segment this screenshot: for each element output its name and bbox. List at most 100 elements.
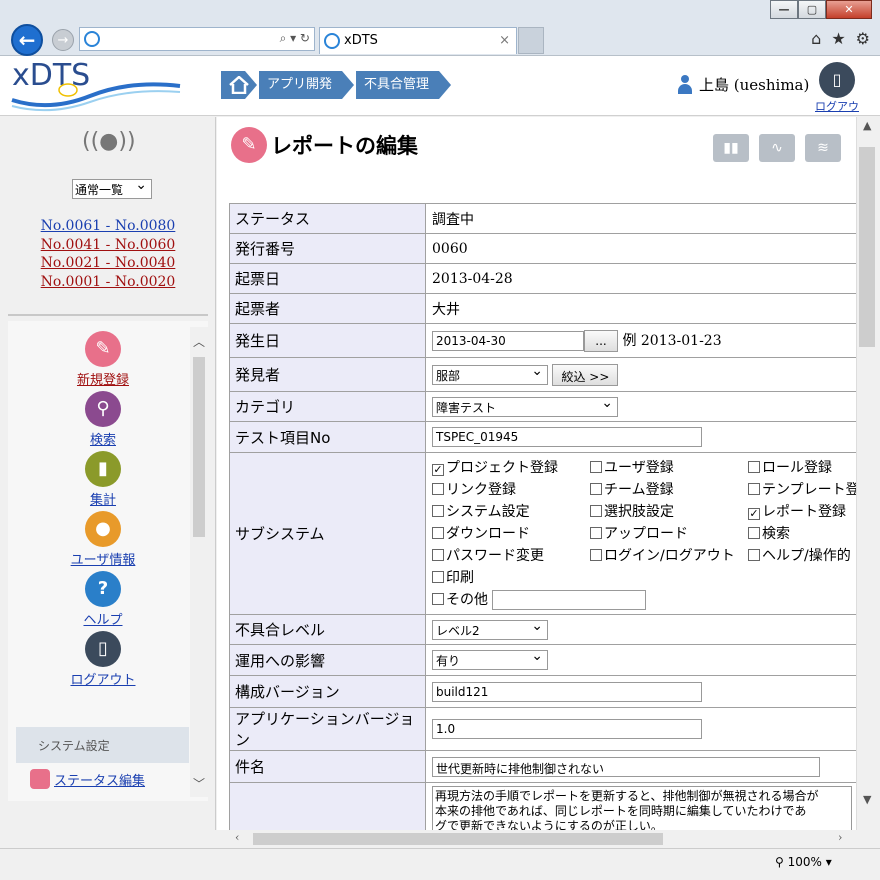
subsystem-option[interactable]: ログイン/ログアウト: [590, 545, 748, 565]
detail-textarea[interactable]: 再現方法の手順でレポートを更新すると、排他制御が無視される場合が 本来の排他であ…: [432, 786, 852, 830]
checkbox[interactable]: [748, 549, 760, 561]
checkbox[interactable]: ✓: [748, 508, 760, 520]
tab-close-button[interactable]: ×: [499, 33, 510, 48]
nav-stats[interactable]: ▮ 集計: [8, 451, 198, 508]
filter-button[interactable]: 絞込 >>: [552, 363, 619, 386]
nav-label[interactable]: 集計: [8, 489, 198, 508]
back-button[interactable]: ←: [11, 24, 43, 56]
subsystem-option[interactable]: アップロード: [590, 523, 748, 543]
checkbox[interactable]: [432, 571, 444, 583]
range-link[interactable]: No.0061 - No.0080: [0, 217, 216, 236]
nav-label[interactable]: ユーザ情報: [8, 549, 198, 568]
subsystem-option[interactable]: チーム登録: [590, 479, 748, 499]
subsystem-option[interactable]: パスワード変更: [432, 545, 590, 565]
new-tab-button[interactable]: [518, 27, 544, 54]
checkbox[interactable]: [590, 483, 602, 495]
maximize-button[interactable]: ▢: [798, 0, 826, 19]
checkbox[interactable]: [590, 461, 602, 473]
category-select[interactable]: 障害テスト: [432, 395, 618, 417]
zoom-control[interactable]: ⚲ 100% ▾: [775, 855, 832, 869]
nav-new[interactable]: ✎ 新規登録: [8, 331, 198, 388]
checkbox[interactable]: [748, 461, 760, 473]
subsystem-option[interactable]: 印刷: [432, 567, 856, 587]
chevron-down-icon[interactable]: ▼: [863, 793, 871, 806]
gear-icon[interactable]: ⚙: [856, 29, 870, 48]
checkbox[interactable]: [432, 483, 444, 495]
range-link[interactable]: No.0001 - No.0020: [0, 273, 216, 292]
subsystem-option[interactable]: システム設定: [432, 501, 590, 521]
nav-label[interactable]: 新規登録: [8, 369, 198, 388]
browser-tab[interactable]: xDTS ×: [319, 27, 517, 54]
chevron-down-icon[interactable]: ▾: [822, 855, 832, 869]
main-scrollbar[interactable]: ▲ ▼: [856, 117, 880, 830]
impact-select[interactable]: 有り: [432, 648, 548, 670]
breadcrumb-home[interactable]: [221, 71, 257, 99]
test-item-input[interactable]: TSPEC_01945: [432, 427, 702, 447]
nav-user[interactable]: ● ユーザ情報: [8, 511, 198, 568]
subsystem-option[interactable]: 選択肢設定: [590, 501, 748, 521]
subsystem-option[interactable]: ヘルプ/操作的: [748, 545, 856, 565]
home-icon[interactable]: ⌂: [811, 29, 821, 48]
status-edit-label[interactable]: ステータス編集: [54, 770, 145, 789]
breadcrumb-item[interactable]: 不具合管理: [356, 71, 451, 99]
subsystem-option[interactable]: ユーザ登録: [590, 457, 748, 477]
app-logo[interactable]: xDTS: [10, 58, 190, 114]
list-view-select[interactable]: 通常一覧: [72, 177, 152, 199]
star-icon[interactable]: ★: [831, 29, 845, 48]
checkbox[interactable]: [748, 527, 760, 539]
checkbox[interactable]: ✓: [432, 464, 444, 476]
forward-button[interactable]: →: [52, 29, 74, 51]
chevron-down-icon[interactable]: ﹀: [193, 775, 205, 792]
finder-select[interactable]: 服部: [432, 363, 548, 385]
chevron-left-icon[interactable]: ‹: [235, 831, 239, 844]
subsystem-other[interactable]: その他: [432, 589, 856, 610]
chevron-up-icon[interactable]: ▲: [863, 119, 871, 132]
horizontal-scrollbar[interactable]: ‹ ›: [217, 830, 856, 848]
status-edit-link[interactable]: ステータス編集: [30, 769, 145, 789]
checkbox[interactable]: [432, 593, 444, 605]
checkbox[interactable]: [590, 527, 602, 539]
date-picker-button[interactable]: ...: [584, 329, 618, 352]
checkbox[interactable]: [432, 505, 444, 517]
scrollbar-thumb[interactable]: [253, 833, 663, 845]
subsystem-option[interactable]: テンプレート登: [748, 479, 856, 499]
nav-label[interactable]: 検索: [8, 429, 198, 448]
checkbox[interactable]: [590, 549, 602, 561]
chevron-up-icon[interactable]: ︿: [193, 333, 205, 350]
nav-label[interactable]: ログアウト: [8, 669, 198, 688]
breadcrumb-item[interactable]: アプリ開発: [259, 71, 354, 99]
level-select[interactable]: レベル2: [432, 618, 548, 640]
nav-logout[interactable]: ▯ ログアウト: [8, 631, 198, 688]
sidebar-scrollbar[interactable]: ︿ ﹀: [190, 327, 208, 797]
checkbox[interactable]: [432, 527, 444, 539]
checkbox[interactable]: [748, 483, 760, 495]
range-link[interactable]: No.0041 - No.0060: [0, 236, 216, 255]
line-chart-icon[interactable]: ∿: [759, 134, 795, 162]
nav-help[interactable]: ? ヘルプ: [8, 571, 198, 628]
subject-input[interactable]: 世代更新時に排他制御されない: [432, 756, 820, 777]
subsystem-option[interactable]: リンク登録: [432, 479, 590, 499]
subsystem-option[interactable]: ✓ レポート登録: [748, 501, 856, 521]
range-link[interactable]: No.0021 - No.0040: [0, 254, 216, 273]
subsystem-option[interactable]: 検索: [748, 523, 856, 543]
address-tools[interactable]: ⌕ ▾ ↻: [280, 31, 310, 46]
area-chart-icon[interactable]: ≋: [805, 134, 841, 162]
bar-chart-icon[interactable]: ▮▮: [713, 134, 749, 162]
subsystem-option[interactable]: ✓ プロジェクト登録: [432, 457, 590, 477]
subsystem-option[interactable]: ダウンロード: [432, 523, 590, 543]
minimize-button[interactable]: —: [770, 0, 798, 19]
address-bar[interactable]: ⌕ ▾ ↻: [79, 27, 315, 51]
checkbox[interactable]: [432, 549, 444, 561]
app-version-input[interactable]: 1.0: [432, 719, 702, 739]
checkbox[interactable]: [590, 505, 602, 517]
occur-date-input[interactable]: 2013-04-30: [432, 330, 584, 351]
scrollbar-thumb[interactable]: [193, 357, 205, 537]
close-window-button[interactable]: ✕: [826, 0, 872, 19]
other-input[interactable]: [492, 590, 647, 610]
build-version-input[interactable]: build121: [432, 681, 702, 702]
subsystem-option[interactable]: ロール登録: [748, 457, 856, 477]
scrollbar-thumb[interactable]: [859, 147, 875, 347]
nav-label[interactable]: ヘルプ: [8, 609, 198, 628]
chevron-right-icon[interactable]: ›: [838, 831, 842, 844]
nav-search[interactable]: ⚲ 検索: [8, 391, 198, 448]
